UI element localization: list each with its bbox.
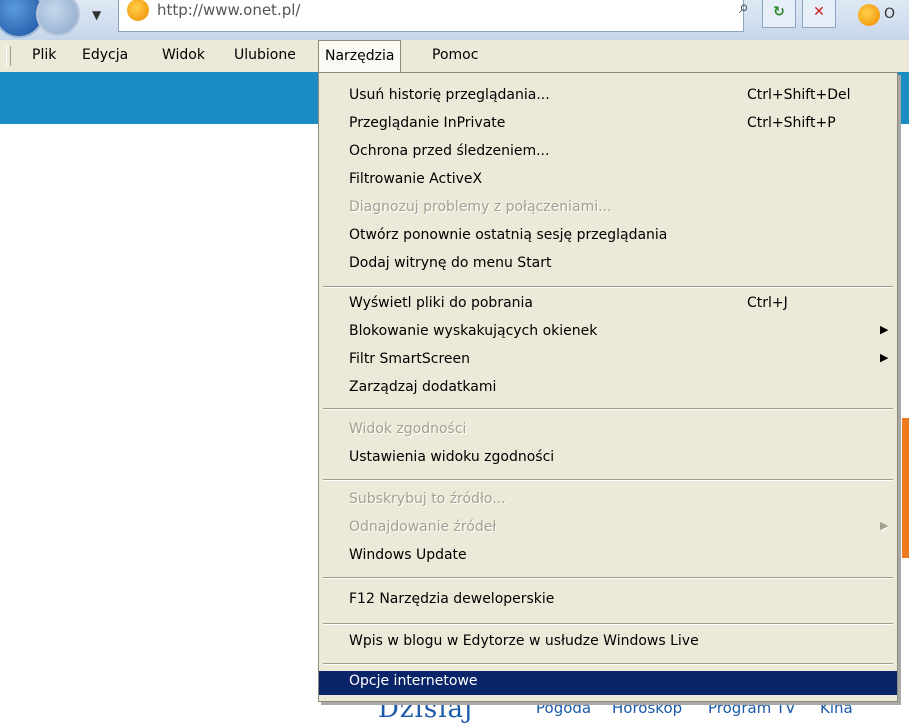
menu-separator: [323, 623, 893, 625]
site-favicon-icon: [127, 0, 149, 21]
menu-item-label: Usuń historię przeglądania...: [349, 87, 550, 103]
stop-button[interactable]: ✕: [802, 0, 836, 28]
menu-item-view-downloads[interactable]: Wyświetl pliki do pobrania Ctrl+J: [319, 293, 897, 317]
menu-item-label: Wyświetl pliki do pobrania: [349, 295, 533, 311]
menu-item-label: Ustawienia widoku zgodności: [349, 449, 555, 465]
toolbar-grip[interactable]: [6, 46, 11, 66]
menu-item-blog-post[interactable]: Wpis w blogu w Edytorze w usłudze Window…: [319, 631, 897, 655]
menu-item-smartscreen[interactable]: Filtr SmartScreen ▶: [319, 349, 897, 373]
tab-favicon-icon: [858, 4, 880, 26]
menu-item-feed-discovery: Odnajdowanie źródeł ▶: [319, 517, 897, 541]
menu-item-label: Opcje internetowe: [349, 673, 478, 689]
menu-item-label: Ochrona przed śledzeniem...: [349, 143, 550, 159]
page-footer-nav: Dzisiaj Pogoda Horoskop Program TV Kina: [320, 694, 909, 724]
menu-item-reopen-session[interactable]: Otwórz ponownie ostatnią sesję przegląda…: [319, 225, 897, 249]
menu-separator: [323, 663, 893, 665]
menu-item-internet-options[interactable]: Opcje internetowe: [319, 671, 897, 695]
tools-menu: Usuń historię przeglądania... Ctrl+Shift…: [318, 72, 898, 702]
tab-label[interactable]: O: [884, 6, 895, 22]
menu-item-windows-update[interactable]: Windows Update: [319, 545, 897, 569]
menu-item-label: Windows Update: [349, 547, 467, 563]
menu-item-tracking-protection[interactable]: Ochrona przed śledzeniem...: [319, 141, 897, 165]
menu-pomoc[interactable]: Pomoc: [426, 40, 484, 70]
history-dropdown-icon[interactable]: ▼: [92, 8, 101, 22]
menu-widok[interactable]: Widok: [156, 40, 211, 70]
menu-item-shortcut: Ctrl+Shift+Del: [747, 87, 851, 103]
menu-item-label: Diagnozuj problemy z połączeniami...: [349, 199, 612, 215]
menu-item-label: Zarządzaj dodatkami: [349, 379, 497, 395]
forward-button[interactable]: [36, 0, 80, 36]
menu-item-label: Przeglądanie InPrivate: [349, 115, 506, 131]
menu-item-popup-blocker[interactable]: Blokowanie wyskakujących okienek ▶: [319, 321, 897, 345]
submenu-arrow-icon: ▶: [880, 351, 889, 364]
submenu-arrow-icon: ▶: [880, 323, 889, 336]
menu-item-delete-history[interactable]: Usuń historię przeglądania... Ctrl+Shift…: [319, 85, 897, 109]
menu-item-label: Dodaj witrynę do menu Start: [349, 255, 552, 271]
menu-item-label: Widok zgodności: [349, 421, 467, 437]
menu-plik[interactable]: Plik: [26, 40, 62, 70]
menu-item-diagnose-connection: Diagnozuj problemy z połączeniami...: [319, 197, 897, 221]
menu-separator: [323, 286, 893, 288]
menu-edycja[interactable]: Edycja: [76, 40, 134, 70]
menu-item-label: Filtr SmartScreen: [349, 351, 470, 367]
menu-item-developer-tools[interactable]: F12 Narzędzia deweloperskie: [319, 589, 897, 613]
menu-item-compatibility-view: Widok zgodności: [319, 419, 897, 443]
menu-item-subscribe-feed: Subskrybuj to źródło...: [319, 489, 897, 513]
menu-item-manage-addons[interactable]: Zarządzaj dodatkami: [319, 377, 897, 401]
menu-item-label: Otwórz ponownie ostatnią sesję przegląda…: [349, 227, 668, 243]
menu-separator: [323, 479, 893, 481]
menu-item-shortcut: Ctrl+Shift+P: [747, 115, 836, 131]
menu-separator: [323, 577, 893, 579]
menu-item-shortcut: Ctrl+J: [747, 295, 788, 311]
menu-item-label: F12 Narzędzia deweloperskie: [349, 591, 555, 607]
address-toolbar: ▼ http://www.onet.pl/ ⌕ ↻ ✕ O: [0, 0, 909, 40]
menu-item-add-to-start[interactable]: Dodaj witrynę do menu Start: [319, 253, 897, 277]
menu-ulubione[interactable]: Ulubione: [228, 40, 302, 70]
page-side-banner: [902, 418, 909, 558]
refresh-button[interactable]: ↻: [762, 0, 796, 28]
menu-narzedzia[interactable]: Narzędzia: [318, 40, 402, 72]
submenu-arrow-icon: ▶: [880, 519, 889, 532]
menu-item-compatibility-settings[interactable]: Ustawienia widoku zgodności: [319, 447, 897, 471]
menu-item-inprivate[interactable]: Przeglądanie InPrivate Ctrl+Shift+P: [319, 113, 897, 137]
menu-item-label: Blokowanie wyskakujących okienek: [349, 323, 598, 339]
menu-item-label: Filtrowanie ActiveX: [349, 171, 483, 187]
menu-bar: Plik Edycja Widok Ulubione Narzędzia Pom…: [0, 40, 909, 73]
menu-item-label: Odnajdowanie źródeł: [349, 519, 497, 535]
menu-item-label: Subskrybuj to źródło...: [349, 491, 506, 507]
menu-separator: [323, 408, 893, 410]
address-input[interactable]: http://www.onet.pl/ ⌕: [118, 0, 749, 32]
url-text: http://www.onet.pl/: [157, 1, 301, 19]
menu-item-activex-filtering[interactable]: Filtrowanie ActiveX: [319, 169, 897, 193]
menu-item-label: Wpis w blogu w Edytorze w usłudze Window…: [349, 633, 699, 649]
